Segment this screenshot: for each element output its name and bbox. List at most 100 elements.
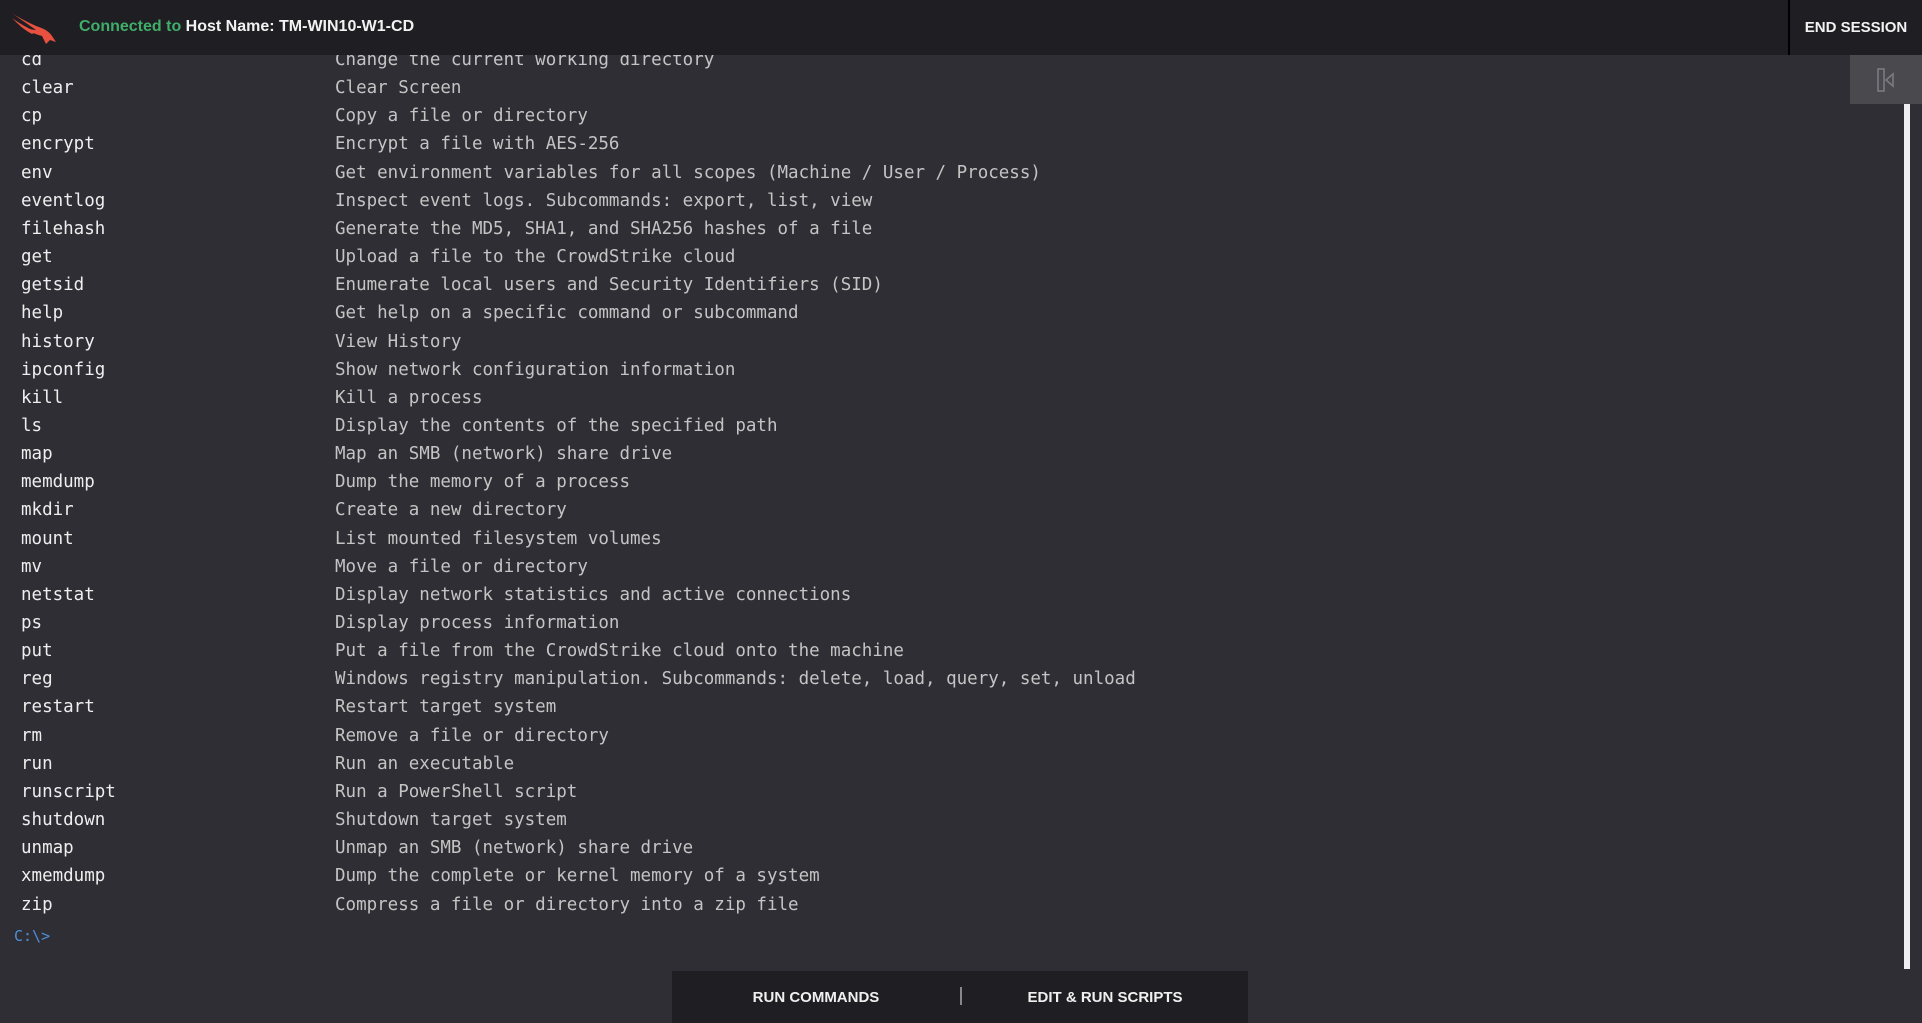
- command-description: Dump the memory of a process: [335, 472, 631, 493]
- command-description: Copy a file or directory: [335, 106, 588, 127]
- command-name: cp: [21, 106, 43, 127]
- command-row: map Map an SMB (network) share drive: [0, 440, 1890, 468]
- command-name: help: [21, 303, 64, 324]
- command-name: filehash: [21, 218, 106, 239]
- command-name: env: [21, 162, 53, 183]
- command-name: mkdir: [21, 500, 74, 521]
- command-name: clear: [21, 78, 74, 99]
- command-row: restart Restart target system: [0, 693, 1890, 721]
- command-description: Unmap an SMB (network) share drive: [335, 838, 694, 859]
- side-panel-toggle-button[interactable]: [1850, 55, 1922, 104]
- command-row: put Put a file from the CrowdStrike cloud…: [0, 637, 1890, 665]
- command-description: Generate the MD5, SHA1, and SHA256 hashe…: [335, 218, 873, 239]
- command-description: Upload a file to the CrowdStrike cloud: [335, 247, 736, 268]
- command-name: get: [21, 247, 53, 268]
- command-row: memdump Dump the memory of a process: [0, 468, 1890, 496]
- command-name: mv: [21, 556, 43, 577]
- command-name: netstat: [21, 584, 95, 605]
- command-row: help Get help on a specific command or su…: [0, 299, 1890, 327]
- command-row: runscript Run a PowerShell script: [0, 778, 1890, 806]
- command-name: unmap: [21, 838, 74, 859]
- command-description: Put a file from the CrowdStrike cloud on…: [335, 641, 904, 662]
- command-name: run: [21, 753, 53, 774]
- tab-run-commands[interactable]: RUN COMMANDS: [672, 971, 960, 1023]
- crowdstrike-falcon-logo: [8, 10, 56, 44]
- command-description: Create a new directory: [335, 500, 567, 521]
- command-description: Restart target system: [335, 697, 557, 718]
- session-header: Connected to Host Name: TM-WIN10-W1-CD E…: [0, 0, 1922, 55]
- scrollbar-thumb[interactable]: [1904, 104, 1910, 969]
- host-name: Host Name: TM-WIN10-W1-CD: [185, 18, 415, 35]
- command-row: xmemdump Dump the complete or kernel memo…: [0, 862, 1890, 890]
- command-description: Enumerate local users and Security Ident…: [335, 275, 883, 296]
- command-row: unmap Unmap an SMB (network) share drive: [0, 834, 1890, 862]
- command-description: Kill a process: [335, 387, 483, 408]
- command-name: shutdown: [21, 810, 106, 831]
- command-row: run Run an executable: [0, 750, 1890, 778]
- command-description: Inspect event logs. Subcommands: export,…: [335, 190, 873, 211]
- command-description: Remove a file or directory: [335, 725, 609, 746]
- command-row: reg Windows registry manipulation. Subcom…: [0, 665, 1890, 693]
- command-description: Display the contents of the specified pa…: [335, 415, 778, 436]
- command-row: clear Clear Screen: [0, 74, 1890, 102]
- command-description: Windows registry manipulation. Subcomman…: [335, 669, 1136, 690]
- command-name: getsid: [21, 275, 85, 296]
- command-row: mv Move a file or directory: [0, 553, 1890, 581]
- command-name: encrypt: [21, 134, 95, 155]
- bottom-tab-bar: RUN COMMANDS EDIT & RUN SCRIPTS: [672, 971, 1248, 1023]
- panel-collapse-icon: [1877, 67, 1894, 92]
- command-description: List mounted filesystem volumes: [335, 528, 662, 549]
- command-row: env Get environment variables for all sco…: [0, 159, 1890, 187]
- tab-edit-run-scripts[interactable]: EDIT & RUN SCRIPTS: [962, 971, 1248, 1023]
- command-description: Get help on a specific command or subcom…: [335, 303, 799, 324]
- command-description: Run an executable: [335, 753, 515, 774]
- command-name: restart: [21, 697, 95, 718]
- command-description: Clear Screen: [335, 78, 462, 99]
- command-description: Shutdown target system: [335, 810, 567, 831]
- command-name: eventlog: [21, 190, 106, 211]
- command-name: memdump: [21, 472, 95, 493]
- command-description: Get environment variables for all scopes…: [335, 162, 1041, 183]
- command-name: ps: [21, 613, 43, 633]
- command-description: Compress a file or directory into a zip …: [335, 894, 799, 915]
- command-row: shutdown Shutdown target system: [0, 806, 1890, 834]
- command-row: get Upload a file to the CrowdStrike clou…: [0, 243, 1890, 271]
- command-name: ls: [21, 415, 43, 436]
- command-name: zip: [21, 894, 53, 915]
- command-name: kill: [21, 387, 64, 408]
- command-description: Display process information: [335, 613, 620, 633]
- connected-label: Connected to: [79, 18, 182, 35]
- command-name: history: [21, 331, 95, 352]
- command-name: rm: [21, 725, 43, 746]
- command-row: rm Remove a file or directory: [0, 722, 1890, 750]
- command-row: filehash Generate the MD5, SHA1, and SHA2…: [0, 215, 1890, 243]
- command-row: ps Display process information: [0, 609, 1890, 637]
- command-name: xmemdump: [21, 866, 106, 887]
- command-name: put: [21, 641, 53, 662]
- command-row: netstat Display network statistics and ac…: [0, 581, 1890, 609]
- command-description: Display network statistics and active co…: [335, 584, 852, 605]
- command-row: history View History: [0, 328, 1890, 356]
- command-row: cp Copy a file or directory: [0, 102, 1890, 130]
- command-name: map: [21, 444, 53, 465]
- command-description: Move a file or directory: [335, 556, 588, 577]
- command-name: reg: [21, 669, 53, 690]
- command-row: encrypt Encrypt a file with AES-256: [0, 130, 1890, 158]
- connection-status: Connected to Host Name: TM-WIN10-W1-CD: [79, 18, 414, 36]
- command-description: Run a PowerShell script: [335, 781, 578, 802]
- command-row: getsid Enumerate local users and Security…: [0, 271, 1890, 299]
- command-row: mount List mounted filesystem volumes: [0, 525, 1890, 553]
- command-row: mkdir Create a new directory: [0, 496, 1890, 524]
- command-row: zip Compress a file or directory into a z…: [0, 891, 1890, 919]
- command-name: mount: [21, 528, 74, 549]
- terminal-prompt[interactable]: C:\>: [14, 927, 50, 945]
- command-row: eventlog Inspect event logs. Subcommands:…: [0, 187, 1890, 215]
- end-session-button[interactable]: END SESSION: [1790, 0, 1922, 55]
- command-name: ipconfig: [21, 359, 106, 380]
- command-description: Dump the complete or kernel memory of a …: [335, 866, 820, 887]
- command-row: ipconfig Show network configuration infor…: [0, 356, 1890, 384]
- command-description: Map an SMB (network) share drive: [335, 444, 673, 465]
- command-description: Show network configuration information: [335, 359, 736, 380]
- command-description: View History: [335, 331, 462, 352]
- command-row: ls Display the contents of the specified …: [0, 412, 1890, 440]
